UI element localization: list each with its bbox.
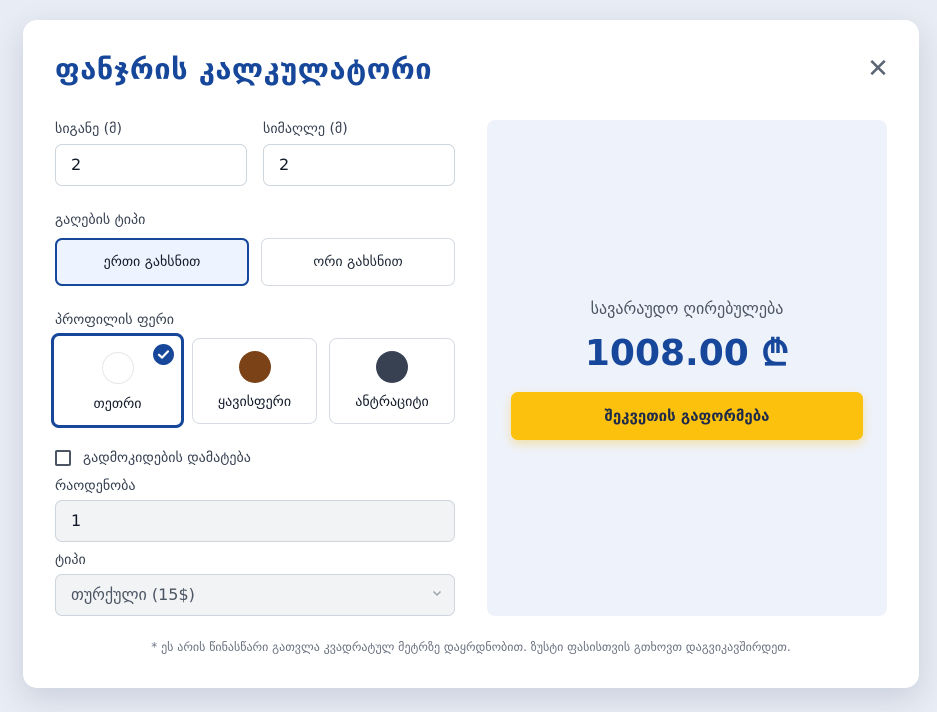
color-name-white: თეთრი [93,396,142,412]
opening-option-double[interactable]: ორი გახსნით [261,238,455,286]
estimate-panel: სავარაუდო ღირებულება 1008.00 ₾ შეკვეთის … [487,120,887,616]
height-label: სიმაღლე (მ) [263,121,348,137]
calculator-modal: ფანჯრის კალკულატორი ✕ სიგანე (მ) 2 სიმაღ… [23,20,919,688]
modal-title: ფანჯრის კალკულატორი [55,52,433,86]
height-input[interactable]: 2 [263,144,455,186]
color-name-anthracite: ანტრაციტი [355,394,429,410]
chevron-down-icon [432,590,442,597]
brown-swatch [238,351,271,383]
estimate-label: სავარაუდო ღირებულება [590,299,784,318]
sill-checkbox-label[interactable]: გადმოკიდების დამატება [83,450,251,466]
estimate-value: 1008.00 ₾ [584,333,790,374]
sill-type-label: ტიპი [55,552,86,568]
order-button[interactable]: შეკვეთის გაფორმება [511,392,863,440]
color-option-brown[interactable]: ყავისფერი [192,338,317,424]
color-option-white[interactable]: თეთრი [51,333,184,428]
white-swatch [101,352,134,384]
color-option-anthracite[interactable]: ანტრაციტი [329,338,455,424]
close-icon[interactable]: ✕ [865,56,891,82]
sill-checkbox[interactable] [55,450,71,466]
opening-option-single[interactable]: ერთი გახსნით [55,238,249,286]
sill-type-select[interactable]: თურქული (15$) [55,574,455,616]
profile-color-label: პროფილის ფერი [55,312,175,328]
quantity-label: რაოდენობა [55,478,136,494]
width-input[interactable]: 2 [55,144,247,186]
opening-type-label: გაღების ტიპი [55,212,146,228]
anthracite-swatch [376,351,408,383]
width-label: სიგანე (მ) [55,121,122,137]
sill-type-value: თურქული (15$) [71,585,195,604]
color-name-brown: ყავისფერი [217,394,292,410]
check-icon [153,344,174,365]
footnote: * ეს არის წინასწარი გათვლა კვადრატულ მეტ… [151,640,791,654]
quantity-input[interactable]: 1 [55,500,455,542]
